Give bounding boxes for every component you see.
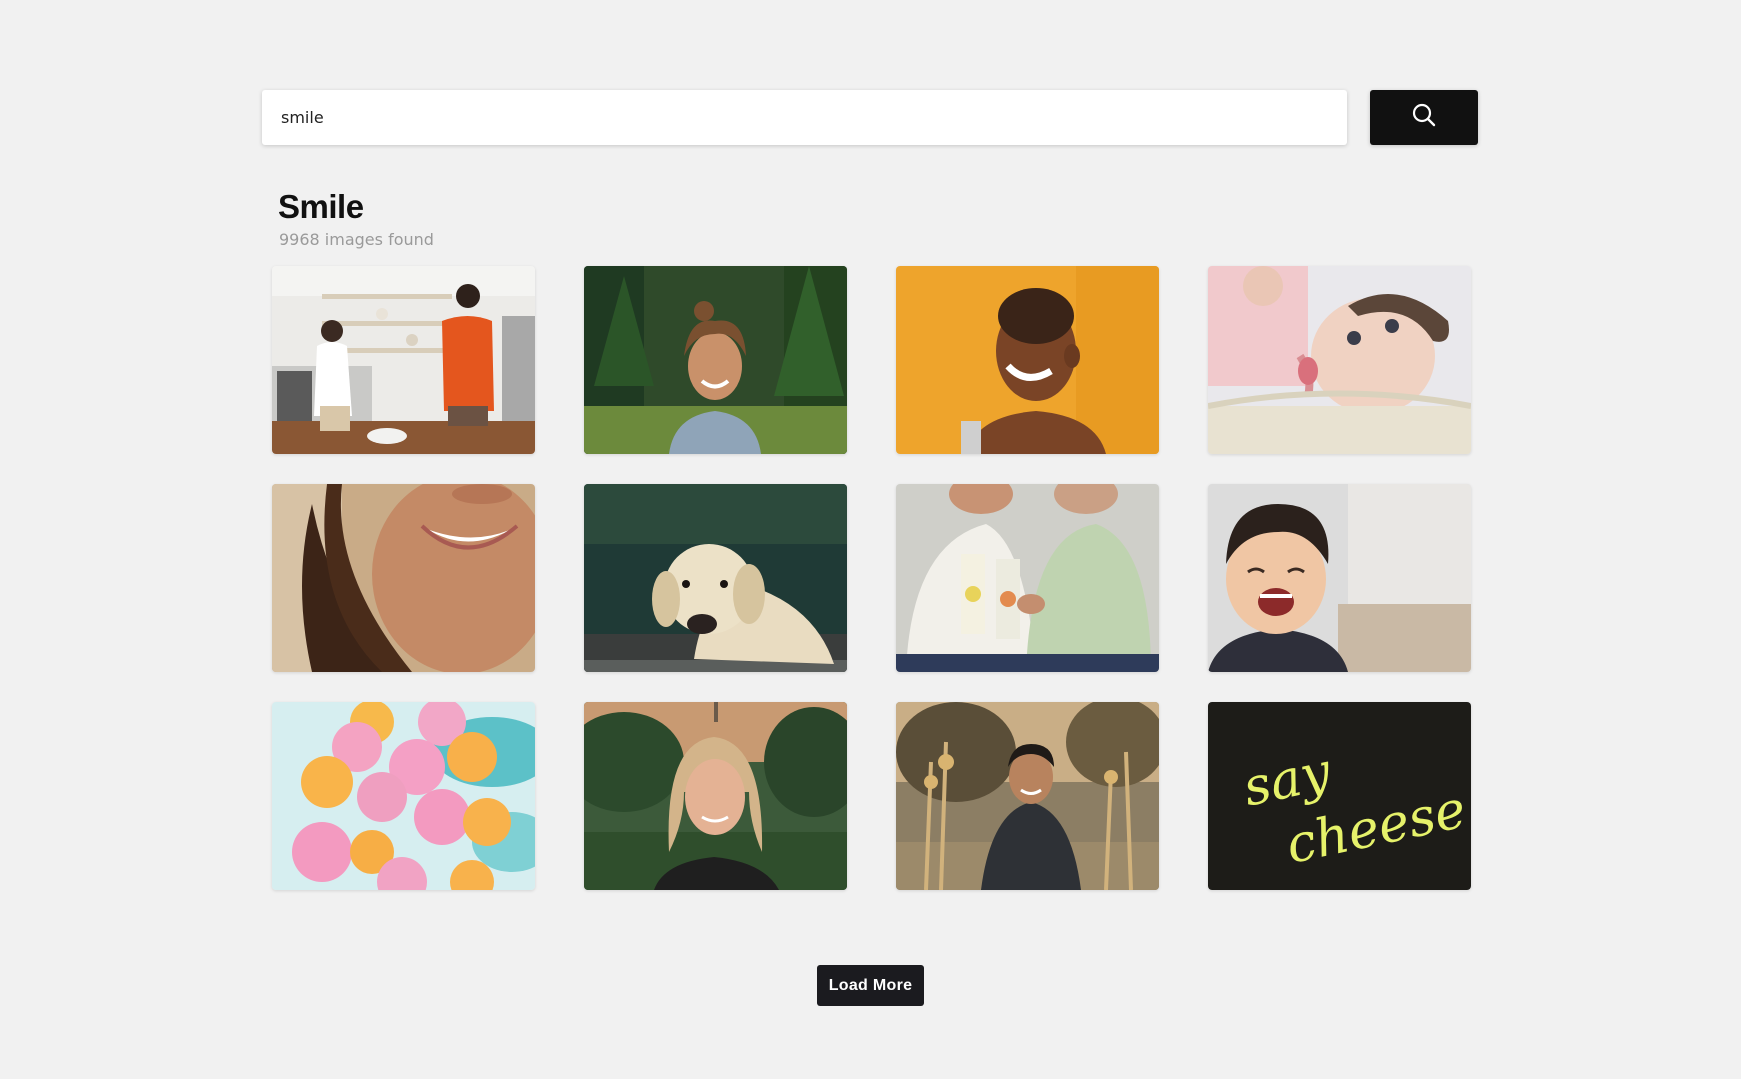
neon-text-photo: say cheese xyxy=(1208,702,1471,890)
blonde-woman-portrait-photo xyxy=(584,702,847,890)
image-tile[interactable] xyxy=(1208,266,1471,454)
image-tile[interactable] xyxy=(896,266,1159,454)
man-outdoors-smiling-photo xyxy=(896,702,1159,890)
image-tile[interactable] xyxy=(584,266,847,454)
woman-curly-hair-smile-photo xyxy=(272,484,535,672)
load-more-button[interactable]: Load More xyxy=(817,965,924,1006)
search-icon xyxy=(1411,102,1437,133)
woman-forest-laughing-photo xyxy=(584,266,847,454)
image-tile[interactable] xyxy=(272,702,535,890)
image-tile[interactable] xyxy=(584,702,847,890)
two-women-milk-cartons-photo xyxy=(896,484,1159,672)
baby-smiling-photo xyxy=(1208,266,1471,454)
boy-laughing-photo xyxy=(1208,484,1471,672)
results-count: 9968 images found xyxy=(279,230,434,249)
image-tile[interactable] xyxy=(1208,484,1471,672)
image-tile[interactable] xyxy=(272,266,535,454)
image-tile[interactable] xyxy=(896,484,1159,672)
image-tile[interactable] xyxy=(272,484,535,672)
search-bar xyxy=(262,90,1347,145)
image-tile[interactable] xyxy=(584,484,847,672)
image-tile[interactable] xyxy=(896,702,1159,890)
image-grid: say cheese xyxy=(272,266,1471,890)
woman-orange-background-laughing-photo xyxy=(896,266,1159,454)
search-button[interactable] xyxy=(1370,90,1478,145)
smiley-balloons-photo xyxy=(272,702,535,890)
image-tile[interactable]: say cheese xyxy=(1208,702,1471,890)
two-women-kitchen-photo xyxy=(272,266,535,454)
results-title: Smile xyxy=(278,188,364,225)
search-input[interactable] xyxy=(262,90,1347,145)
labrador-dog-photo xyxy=(584,484,847,672)
